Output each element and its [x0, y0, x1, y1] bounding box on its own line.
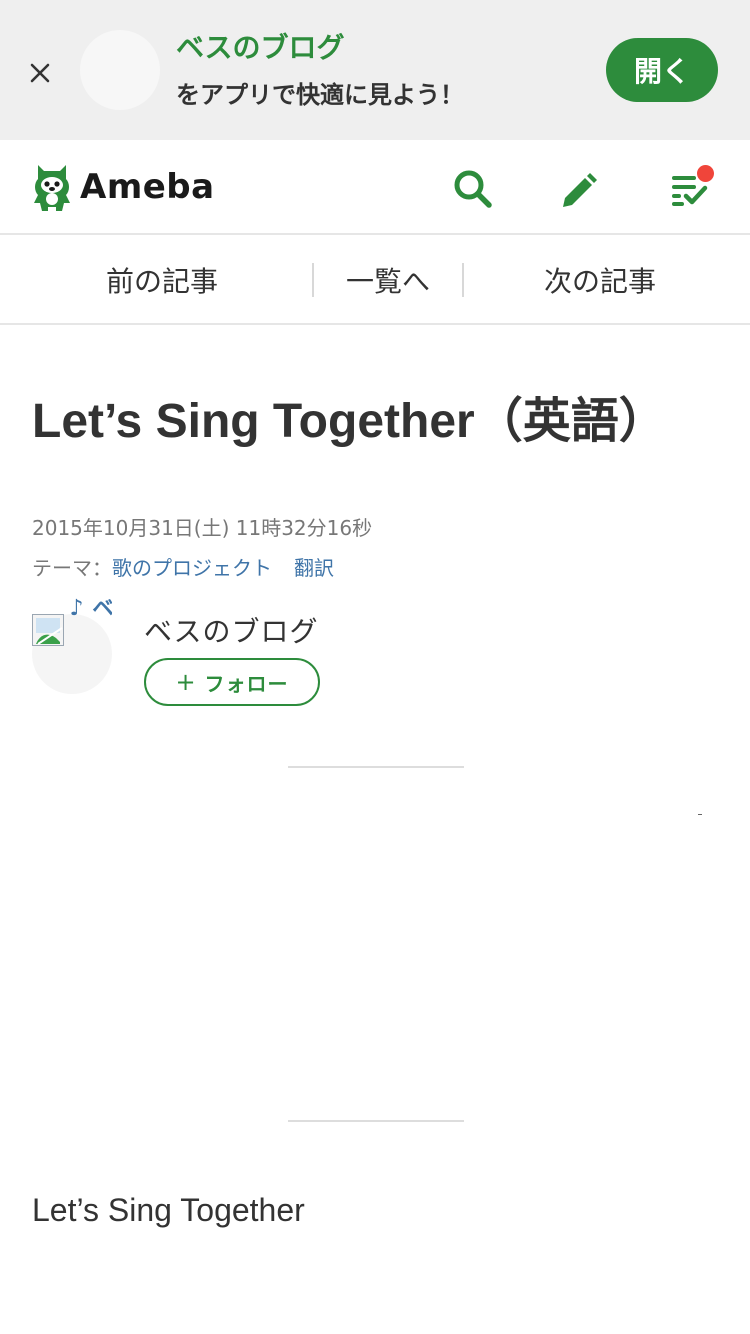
- article-title: Let’s Sing Together（英語）: [32, 395, 667, 448]
- content-divider: [288, 766, 464, 768]
- theme-link-song-project[interactable]: 歌のプロジェクト: [112, 556, 272, 580]
- site-header: Ameba: [0, 140, 750, 235]
- author-name[interactable]: ベスのブログ: [144, 610, 319, 650]
- ad-placeholder-mark: [698, 814, 702, 815]
- plus-icon: +: [175, 668, 197, 696]
- blog-avatar: [80, 30, 160, 110]
- ameba-mascot-icon: [34, 165, 70, 211]
- follow-button[interactable]: + フォロー: [144, 658, 320, 706]
- article-body-first-line: Let’s Sing Together: [32, 1192, 305, 1228]
- previous-article-link[interactable]: 前の記事: [12, 260, 312, 300]
- content-divider: [288, 1120, 464, 1122]
- open-app-button[interactable]: 開く: [606, 38, 718, 102]
- banner-blog-name: ベスのブログ: [176, 31, 345, 64]
- ameba-logo[interactable]: Ameba: [30, 161, 215, 213]
- logo-text: Ameba: [80, 167, 215, 207]
- next-article-link[interactable]: 次の記事: [464, 260, 736, 300]
- banner-message: をアプリで快適に見よう！: [176, 81, 464, 109]
- author-avatar-alt-text: ベ♪: [64, 596, 112, 621]
- app-install-banner: ベスのブログ をアプリで快適に見よう！ 開く: [0, 0, 750, 140]
- search-icon[interactable]: [452, 168, 494, 210]
- notification-badge: [697, 165, 714, 182]
- close-icon[interactable]: [24, 57, 56, 89]
- broken-image-icon: [32, 614, 64, 646]
- article-theme: テーマ：歌のプロジェクト 翻訳: [32, 552, 334, 581]
- theme-link-translation[interactable]: 翻訳: [294, 556, 334, 580]
- article-list-link[interactable]: 一覧へ: [314, 260, 462, 300]
- article-navigation: 前の記事 一覧へ 次の記事: [0, 236, 750, 325]
- edit-icon[interactable]: [557, 168, 599, 210]
- follow-label: フォロー: [204, 671, 289, 696]
- article-date: 2015年10月31日(土) 11時32分16秒: [32, 516, 373, 540]
- theme-label: テーマ：: [32, 556, 112, 580]
